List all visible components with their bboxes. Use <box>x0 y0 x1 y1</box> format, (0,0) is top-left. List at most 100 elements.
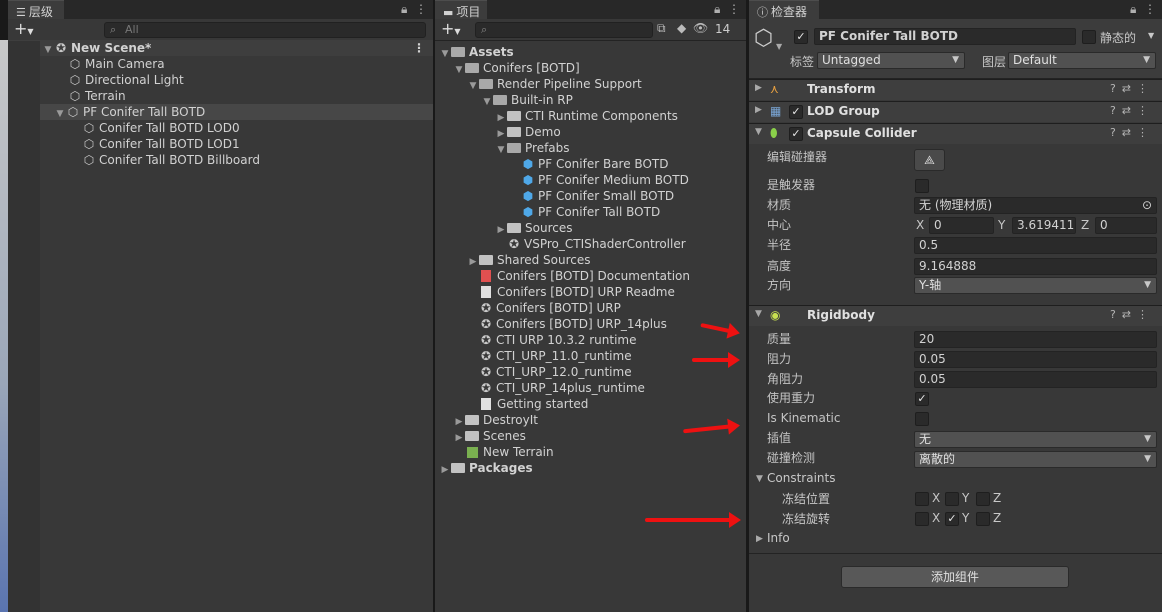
project-item[interactable]: New Terrain <box>465 444 554 460</box>
hierarchy-item[interactable]: ⬡ Conifer Tall BOTD LOD1 <box>82 136 240 152</box>
add-button[interactable]: +▼ <box>441 19 461 38</box>
mass-input[interactable]: 20 <box>914 331 1157 348</box>
expand-arrow-icon[interactable]: ▼ <box>54 106 66 122</box>
center-y-input[interactable]: 3.619411 <box>1012 217 1076 234</box>
add-component-button[interactable]: 添加组件 <box>841 566 1069 588</box>
project-item[interactable]: ▶ Scenes <box>453 428 526 444</box>
project-item[interactable]: ✪ VSPro_CTIShaderController <box>507 236 686 252</box>
project-item[interactable]: Getting started <box>479 396 588 412</box>
object-dropdown-icon[interactable]: ▼ <box>776 42 782 51</box>
project-item[interactable]: ✪ CTI_URP_12.0_runtime <box>479 364 632 380</box>
collapse-arrow-icon[interactable]: ▶ <box>755 83 762 93</box>
project-item[interactable]: ▶ DestroyIt <box>453 412 538 428</box>
freeze-rot-y-checkbox[interactable]: ✓ <box>945 512 959 526</box>
scene-menu-icon[interactable]: ⋮ <box>413 40 425 56</box>
freeze-pos-x-checkbox[interactable] <box>915 492 929 506</box>
use-gravity-checkbox[interactable]: ✓ <box>915 392 929 406</box>
collapse-arrow-icon[interactable]: ▶ <box>453 430 465 446</box>
is-trigger-checkbox[interactable] <box>915 179 929 193</box>
freeze-rot-z-checkbox[interactable] <box>976 512 990 526</box>
tag-dropdown[interactable]: Untagged ▼ <box>817 52 965 69</box>
component-capsule-collider[interactable]: ▼ ⬮ ✓ Capsule Collider ?⇄⋮ <box>749 123 1162 144</box>
component-header-icons[interactable]: ?⇄⋮ <box>1110 126 1154 139</box>
lock-icon[interactable]: 🔒︎ <box>401 2 407 16</box>
tab-inspector[interactable]: ⓘ 检查器 <box>749 0 819 19</box>
project-item[interactable]: ✪ CTI_URP_14plus_runtime <box>479 380 645 396</box>
lock-icon[interactable]: 🔒︎ <box>714 2 720 16</box>
collapse-arrow-icon[interactable]: ▶ <box>439 462 451 478</box>
project-item[interactable]: ▼ Render Pipeline Support <box>467 76 642 92</box>
lock-icon[interactable]: 🔒︎ <box>1130 2 1136 16</box>
component-lod-group[interactable]: ▶ ▦ ✓ LOD Group ?⇄⋮ <box>749 101 1162 122</box>
hierarchy-item-selected[interactable]: ▼ ⬡ PF Conifer Tall BOTD <box>8 104 433 120</box>
collision-detection-dropdown[interactable]: 离散的 ▼ <box>914 451 1157 468</box>
project-item[interactable]: ⬢ PF Conifer Tall BOTD <box>521 204 660 220</box>
active-checkbox[interactable]: ✓ <box>794 30 808 44</box>
project-search-input[interactable]: ⌕ <box>475 22 653 38</box>
capsule-enabled-checkbox[interactable]: ✓ <box>789 127 803 141</box>
tab-hierarchy[interactable]: ☰ 层级 <box>8 0 64 19</box>
project-item[interactable]: ✪ Conifers [BOTD] URP_14plus <box>479 316 667 332</box>
freeze-pos-y-checkbox[interactable] <box>945 492 959 506</box>
project-item[interactable]: ▼ Conifers [BOTD] <box>453 60 580 76</box>
collapse-arrow-icon[interactable]: ▶ <box>495 222 507 238</box>
collapse-arrow-icon[interactable]: ▶ <box>467 254 479 270</box>
expand-arrow-icon[interactable]: ▼ <box>453 62 465 78</box>
component-transform[interactable]: ▶ ⋏ Transform ?⇄⋮ <box>749 79 1162 100</box>
project-item[interactable]: ✪ Conifers [BOTD] URP <box>479 300 621 316</box>
component-rigidbody[interactable]: ▼ ◉ Rigidbody ?⇄⋮ <box>749 305 1162 326</box>
hierarchy-search-input[interactable]: ⌕ All <box>104 22 426 38</box>
expand-arrow-icon[interactable]: ▼ <box>755 309 762 319</box>
project-item[interactable]: ✪ CTI URP 10.3.2 runtime <box>479 332 637 348</box>
add-button[interactable]: +▼ <box>14 19 34 38</box>
more-icon[interactable]: ⋮ <box>728 2 740 16</box>
more-icon[interactable]: ⋮ <box>415 2 427 16</box>
hierarchy-item[interactable]: ⬡ Terrain <box>68 88 126 104</box>
hierarchy-item[interactable]: ⬡ Directional Light <box>68 72 184 88</box>
hierarchy-item[interactable]: ⬡ Conifer Tall BOTD Billboard <box>82 152 260 168</box>
lod-enabled-checkbox[interactable]: ✓ <box>789 105 803 119</box>
hidden-packages-icon[interactable]: 👁︎ <box>693 21 708 35</box>
expand-arrow-icon[interactable]: ▼ <box>439 46 451 62</box>
project-item[interactable]: ⬢ PF Conifer Small BOTD <box>521 188 674 204</box>
constraints-arrow-icon[interactable]: ▼ <box>756 474 763 484</box>
static-checkbox[interactable] <box>1082 30 1096 44</box>
hierarchy-item[interactable]: ⬡ Main Camera <box>68 56 165 72</box>
angular-drag-input[interactable]: 0.05 <box>914 371 1157 388</box>
material-field[interactable]: 无 (物理材质) ⊙ <box>914 197 1157 214</box>
project-item[interactable]: ▶ Demo <box>495 124 561 140</box>
center-z-input[interactable]: 0 <box>1095 217 1157 234</box>
expand-arrow-icon[interactable]: ▼ <box>467 78 479 94</box>
constraints-label[interactable]: Constraints <box>767 471 835 485</box>
project-item[interactable]: ▶ Sources <box>495 220 573 238</box>
collapse-arrow-icon[interactable]: ▶ <box>755 105 762 115</box>
project-item[interactable]: Conifers [BOTD] URP Readme <box>479 284 675 300</box>
height-input[interactable]: 9.164888 <box>914 258 1157 275</box>
layer-dropdown[interactable]: Default ▼ <box>1008 52 1156 69</box>
project-item[interactable]: ▼ Built-in RP <box>481 92 573 108</box>
project-item[interactable]: ▼ Prefabs <box>495 140 570 156</box>
project-item[interactable]: ✪ CTI_URP_11.0_runtime <box>479 348 632 364</box>
is-kinematic-checkbox[interactable] <box>915 412 929 426</box>
project-item[interactable]: ▶ CTI Runtime Components <box>495 108 678 124</box>
radius-input[interactable]: 0.5 <box>914 237 1157 254</box>
tab-project[interactable]: ▬ 项目 <box>435 0 487 19</box>
object-picker-icon[interactable]: ⊙ <box>1142 198 1152 213</box>
expand-arrow-icon[interactable]: ▼ <box>495 142 507 158</box>
scene-row[interactable]: ▼ ✪ New Scene* ⋮ <box>8 40 433 56</box>
direction-dropdown[interactable]: Y-轴 ▼ <box>914 277 1157 294</box>
expand-arrow-icon[interactable]: ▼ <box>42 42 54 58</box>
freeze-pos-z-checkbox[interactable] <box>976 492 990 506</box>
expand-arrow-icon[interactable]: ▼ <box>481 94 493 110</box>
freeze-rot-x-checkbox[interactable] <box>915 512 929 526</box>
component-header-icons[interactable]: ?⇄⋮ <box>1110 104 1154 117</box>
project-item-packages[interactable]: ▶ Packages <box>439 460 533 476</box>
component-header-icons[interactable]: ?⇄⋮ <box>1110 308 1154 321</box>
info-arrow-icon[interactable]: ▶ <box>756 534 763 544</box>
hierarchy-item[interactable]: ⬡ Conifer Tall BOTD LOD0 <box>82 120 240 136</box>
static-dropdown-icon[interactable]: ▼ <box>1148 31 1154 40</box>
project-item[interactable]: ▶ Shared Sources <box>467 252 591 268</box>
project-item[interactable]: ⬢ PF Conifer Medium BOTD <box>521 172 689 188</box>
search-by-label-icon[interactable]: ◆ <box>677 21 686 35</box>
drag-input[interactable]: 0.05 <box>914 351 1157 368</box>
